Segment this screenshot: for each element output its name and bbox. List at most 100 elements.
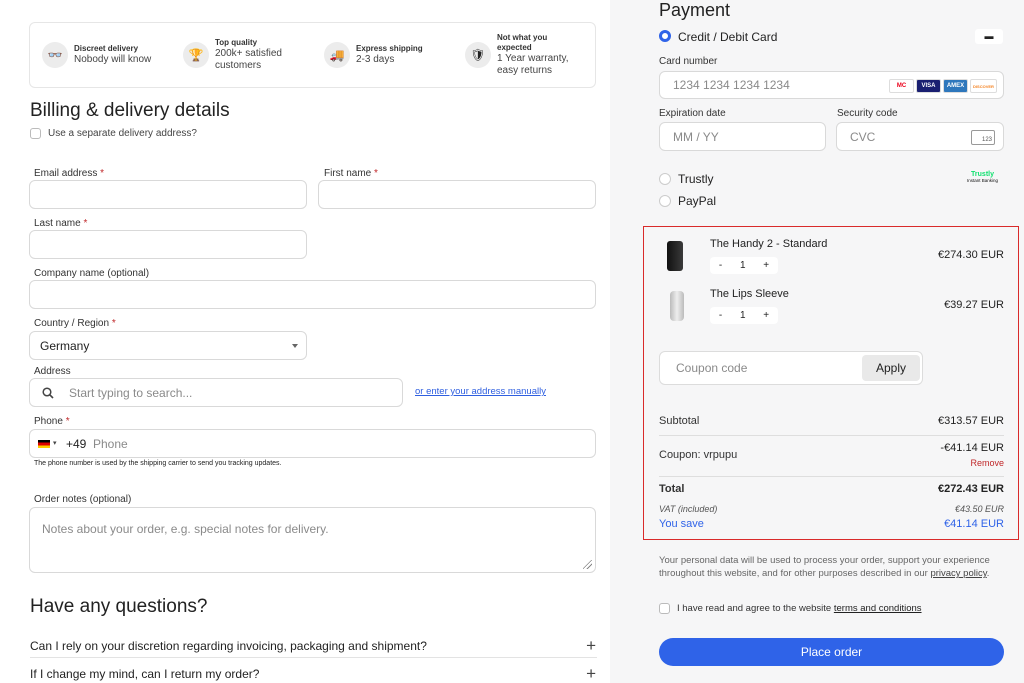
card-number-label: Card number [659, 56, 718, 67]
minus-button[interactable]: - [719, 260, 722, 271]
plus-icon[interactable]: + [586, 664, 596, 683]
divider [659, 435, 1004, 436]
coupon-applied-label: Coupon: vrpupu [659, 449, 738, 461]
terms-text: I have read and agree to the website [677, 603, 832, 614]
paypal-radio[interactable] [659, 195, 671, 207]
plus-icon[interactable]: + [586, 636, 596, 656]
shield-check-icon: 🛡 [465, 42, 491, 68]
trustly-radio[interactable] [659, 173, 671, 185]
resize-handle-icon[interactable] [583, 560, 592, 569]
country-value: Germany [40, 338, 90, 353]
card-number-field[interactable]: 1234 1234 1234 1234 MC VISA AMEX DISCOVE… [659, 71, 1004, 99]
place-order-button[interactable]: Place order [659, 638, 1004, 666]
terms-agreement-row[interactable]: I have read and agree to the website ter… [659, 603, 922, 614]
terms-checkbox[interactable] [659, 603, 670, 614]
email-label: Email address * [34, 168, 105, 179]
faq-item[interactable]: If I change my mind, can I return my ord… [30, 664, 597, 683]
expiry-field[interactable]: MM / YY [659, 122, 826, 151]
feature-title: Discreet delivery [74, 43, 139, 53]
you-save-label: You save [659, 518, 704, 530]
minus-button[interactable]: - [719, 310, 722, 321]
search-icon [42, 387, 54, 399]
plus-button[interactable]: + [763, 310, 769, 321]
email-field[interactable] [29, 180, 307, 209]
cart-item-price: €39.27 EUR [944, 299, 1004, 311]
card-radio[interactable] [659, 30, 671, 42]
separate-delivery-checkbox[interactable] [30, 128, 41, 139]
quantity-stepper[interactable]: - 1 + [710, 257, 778, 274]
feature-subtitle: 200k+ satisfied customers [215, 47, 282, 72]
divider [30, 657, 597, 658]
plus-button[interactable]: + [763, 260, 769, 271]
feature-item: 🏆 Top quality 200k+ satisfied customers [171, 38, 312, 73]
cvc-placeholder: CVC [850, 129, 876, 144]
privacy-notice: Your personal data will be used to proce… [659, 555, 990, 580]
questions-title: Have any questions? [30, 596, 208, 617]
feature-item: 🛡 Not what you expected 1 Year warranty,… [453, 33, 594, 78]
amex-icon: AMEX [943, 79, 968, 93]
faq-item[interactable]: Can I rely on your discretion regarding … [30, 636, 597, 656]
germany-flag-icon[interactable] [38, 440, 50, 448]
country-select[interactable]: Germany [29, 331, 307, 360]
cvc-label: Security code [837, 108, 898, 119]
cart-item-name: The Lips Sleeve [710, 288, 789, 300]
phone-code: +49 [66, 436, 87, 451]
billing-title: Billing & delivery details [30, 100, 230, 121]
address-label: Address [34, 366, 71, 377]
separate-delivery-row[interactable]: Use a separate delivery address? [30, 128, 197, 139]
incognito-icon: 👓 [42, 42, 68, 68]
order-notes-label: Order notes (optional) [34, 494, 132, 505]
cvc-card-icon: 123 [971, 130, 995, 145]
privacy-policy-link[interactable]: privacy policy [930, 568, 986, 579]
feature-title: Top quality [215, 37, 258, 47]
coupon-discount-value: -€41.14 EUR [940, 442, 1004, 454]
expiry-label: Expiration date [659, 108, 726, 119]
coupon-placeholder: Coupon code [676, 361, 748, 375]
coupon-input[interactable]: Coupon code Apply [659, 351, 923, 385]
billing-panel: 👓 Discreet delivery Nobody will know 🏆 T… [0, 0, 610, 683]
enter-address-manually-link[interactable]: or enter your address manually [415, 386, 546, 397]
faq-question: Can I rely on your discretion regarding … [30, 639, 427, 653]
cart-item-price: €274.30 EUR [937, 249, 1004, 261]
address-search-input[interactable]: Start typing to search... [29, 378, 403, 407]
remove-coupon-link[interactable]: Remove [970, 458, 1004, 468]
company-label: Company name (optional) [34, 268, 150, 279]
quantity-value: 1 [739, 310, 746, 321]
credit-card-icon: ▬ [975, 29, 1003, 44]
card-number-placeholder: 1234 1234 1234 1234 [673, 78, 790, 92]
last-name-field[interactable] [29, 230, 307, 259]
apply-coupon-button[interactable]: Apply [862, 355, 920, 381]
fast-truck-icon: 🚚 [324, 42, 350, 68]
terms-link[interactable]: terms and conditions [834, 603, 922, 614]
phone-placeholder: Phone [93, 436, 128, 451]
vat-label: VAT (included) [659, 504, 718, 514]
divider [659, 476, 1004, 477]
payment-title: Payment [659, 0, 731, 20]
company-field[interactable] [29, 280, 596, 309]
order-notes-textarea[interactable]: Notes about your order, e.g. special not… [29, 507, 596, 573]
chevron-down-icon [292, 344, 298, 348]
chevron-down-icon[interactable]: ▾ [53, 439, 57, 447]
feature-subtitle: Nobody will know [74, 53, 152, 65]
cvc-field[interactable]: CVC 123 [836, 122, 1004, 151]
first-name-field[interactable] [318, 180, 596, 209]
phone-note: The phone number is used by the shipping… [34, 460, 282, 467]
cart-item-name: The Handy 2 - Standard [710, 238, 828, 250]
subtotal-value: €313.57 EUR [937, 415, 1004, 427]
address-placeholder: Start typing to search... [69, 385, 193, 400]
quantity-stepper[interactable]: - 1 + [710, 307, 778, 324]
first-name-label: First name * [324, 168, 378, 179]
trustly-method-label[interactable]: Trustly [678, 172, 714, 186]
features-bar: 👓 Discreet delivery Nobody will know 🏆 T… [29, 22, 596, 88]
feature-item: 👓 Discreet delivery Nobody will know [30, 42, 171, 68]
order-notes-placeholder: Notes about your order, e.g. special not… [42, 522, 329, 536]
feature-subtitle: 2-3 days [356, 53, 395, 65]
paypal-method-label[interactable]: PayPal [678, 194, 716, 208]
product-thumbnail [667, 241, 683, 271]
total-value: €272.43 EUR [937, 483, 1004, 495]
phone-field[interactable]: ▾ +49 Phone [29, 429, 596, 458]
product-thumbnail [670, 291, 684, 321]
card-method-label[interactable]: Credit / Debit Card [678, 30, 777, 44]
expiry-placeholder: MM / YY [673, 129, 719, 144]
total-label: Total [659, 483, 685, 495]
